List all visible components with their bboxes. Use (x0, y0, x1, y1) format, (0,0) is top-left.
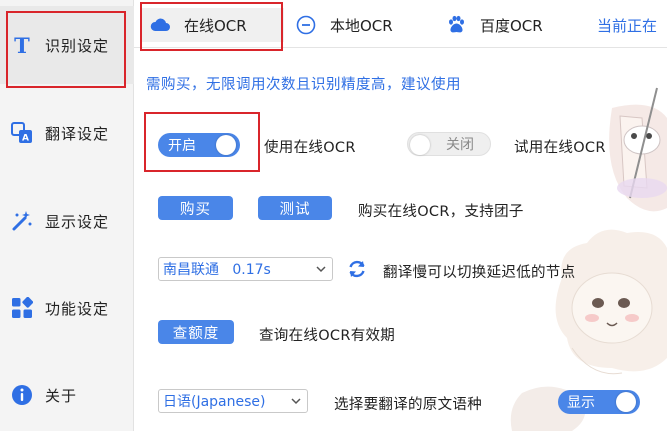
buy-desc: 购买在线OCR，支持团子 (358, 204, 524, 220)
settings-panel: 需购买，无限调用次数且识别精度高，建议使用 开启 使用在线OCR 关闭 试用在线… (134, 48, 667, 431)
tab-label: 百度OCR (480, 16, 543, 35)
toggle-knob (616, 392, 636, 412)
buy-button[interactable]: 购买 (158, 196, 233, 220)
text-t-icon: T (14, 32, 30, 58)
tab-local-ocr[interactable]: 本地OCR (296, 8, 393, 42)
current-status-label: 当前正在 (597, 17, 658, 35)
sidebar-item-features[interactable]: 功能设定 (0, 269, 134, 347)
online-ocr-desc: 使用在线OCR (264, 140, 356, 156)
test-button[interactable]: 测试 (258, 196, 332, 220)
magic-wand-icon (11, 210, 33, 232)
tab-label: 本地OCR (330, 16, 393, 35)
chevron-down-icon (316, 266, 326, 273)
toggle-knob (410, 135, 430, 155)
toggle-label: 显示 (567, 395, 595, 411)
baidu-paw-icon (446, 15, 466, 35)
node-select-value: 南昌联通 0.17s (163, 262, 271, 278)
refresh-icon[interactable] (346, 258, 368, 280)
sidebar-item-label: 翻译设定 (45, 124, 110, 143)
show-original-toggle[interactable]: 显示 (558, 390, 640, 414)
sidebar-item-about[interactable]: 关于 (0, 356, 134, 431)
toggle-knob (216, 135, 236, 155)
language-select-value: 日语(Japanese) (163, 394, 266, 410)
cloud-icon (150, 15, 170, 35)
chevron-down-icon (291, 398, 301, 405)
tab-bar: 在线OCR 本地OCR 百度OCR 当前正在 (134, 0, 667, 48)
info-icon (11, 384, 33, 406)
check-quota-button[interactable]: 查额度 (158, 320, 234, 344)
tab-baidu-ocr[interactable]: 百度OCR (446, 8, 543, 42)
sidebar-item-label: 识别设定 (45, 36, 110, 55)
purchase-notice: 需购买，无限调用次数且识别精度高，建议使用 (146, 77, 461, 93)
toggle-label: 关闭 (446, 137, 474, 153)
translate-icon: A (11, 122, 33, 144)
toggle-label: 开启 (168, 138, 196, 154)
sidebar-item-display[interactable]: 显示设定 (0, 182, 134, 260)
apps-icon (11, 297, 33, 319)
node-desc: 翻译慢可以切换延迟低的节点 (383, 265, 576, 281)
tab-label: 在线OCR (184, 16, 247, 35)
trial-ocr-toggle[interactable]: 关闭 (407, 132, 491, 156)
minus-circle-icon (296, 15, 316, 35)
tab-online-ocr[interactable]: 在线OCR (140, 8, 284, 42)
sidebar: T 识别设定 A 翻译设定 显示设定 功能设定 关于 (0, 0, 134, 431)
sidebar-item-recognition[interactable]: T 识别设定 (0, 6, 134, 84)
source-language-select[interactable]: 日语(Japanese) (158, 389, 308, 413)
language-desc: 选择要翻译的原文语种 (334, 397, 482, 413)
online-ocr-toggle[interactable]: 开启 (158, 133, 240, 157)
node-select[interactable]: 南昌联通 0.17s (158, 257, 333, 281)
sidebar-item-label: 显示设定 (45, 212, 110, 231)
sidebar-item-label: 关于 (45, 386, 78, 405)
svg-text:A: A (22, 134, 29, 144)
sidebar-item-translation[interactable]: A 翻译设定 (0, 94, 134, 172)
sidebar-item-label: 功能设定 (45, 299, 110, 318)
trial-ocr-desc: 试用在线OCR (514, 140, 606, 156)
quota-desc: 查询在线OCR有效期 (259, 328, 396, 344)
